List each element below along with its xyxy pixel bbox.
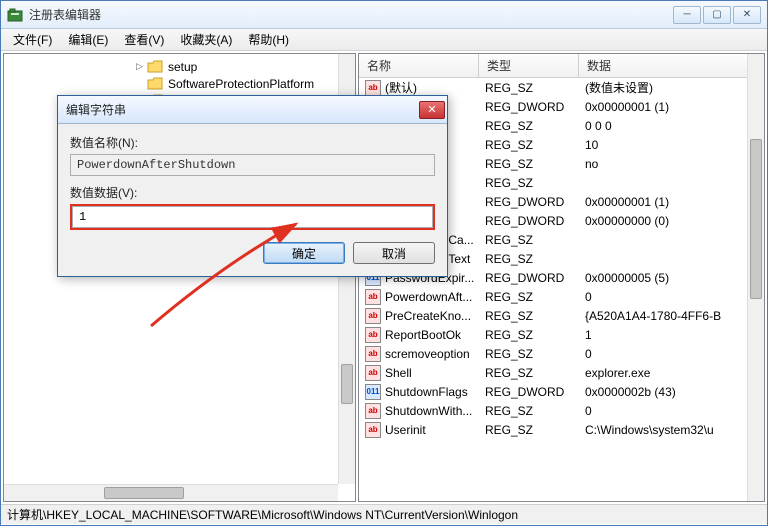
value-name: scremoveoption — [385, 347, 470, 361]
string-icon: ab — [365, 365, 381, 381]
value-row[interactable]: ab ReportBootOk REG_SZ1 — [359, 325, 764, 344]
value-type: REG_SZ — [479, 119, 579, 133]
folder-icon — [147, 77, 163, 91]
value-type: REG_SZ — [479, 157, 579, 171]
value-type: REG_SZ — [479, 233, 579, 247]
regedit-icon — [7, 7, 23, 23]
tree-hscrollbar[interactable] — [4, 484, 338, 501]
value-name-field: PowerdownAfterShutdown — [70, 154, 435, 176]
value-name: ReportBootOk — [385, 328, 461, 342]
value-type: REG_DWORD — [479, 385, 579, 399]
string-icon: ab — [365, 289, 381, 305]
value-type: REG_DWORD — [479, 100, 579, 114]
value-data: no — [579, 157, 764, 171]
statusbar: 计算机\HKEY_LOCAL_MACHINE\SOFTWARE\Microsof… — [1, 504, 767, 524]
value-name: PreCreateKno... — [385, 309, 471, 323]
value-type: REG_SZ — [479, 366, 579, 380]
value-data: 0x00000001 (1) — [579, 195, 764, 209]
value-type: REG_DWORD — [479, 214, 579, 228]
value-data-label: 数值数据(V): — [70, 184, 435, 201]
menu-edit[interactable]: 编辑(E) — [60, 29, 116, 50]
value-data: C:\Windows\system32\u — [579, 423, 764, 437]
menu-help[interactable]: 帮助(H) — [240, 29, 297, 50]
menu-view[interactable]: 查看(V) — [116, 29, 172, 50]
values-header: 名称 类型 数据 — [359, 54, 764, 78]
tree-item[interactable]: ▷ setup — [4, 58, 355, 75]
cancel-button[interactable]: 取消 — [353, 242, 435, 264]
tree-item-label: SoftwareProtectionPlatform — [166, 77, 316, 91]
dialog-title: 编辑字符串 — [66, 101, 419, 118]
string-icon: ab — [365, 327, 381, 343]
value-name: PowerdownAft... — [385, 290, 472, 304]
value-name-label: 数值名称(N): — [70, 134, 435, 151]
value-data: 0x00000001 (1) — [579, 100, 764, 114]
value-name: (默认) — [385, 79, 417, 96]
value-data: 0 0 0 — [579, 119, 764, 133]
menubar: 文件(F) 编辑(E) 查看(V) 收藏夹(A) 帮助(H) — [1, 29, 767, 51]
tree-item[interactable]: SoftwareProtectionPlatform — [4, 75, 355, 92]
menu-file[interactable]: 文件(F) — [5, 29, 60, 50]
list-vscrollbar[interactable] — [747, 54, 764, 501]
value-data: 0x0000002b (43) — [579, 385, 764, 399]
expand-icon[interactable]: ▷ — [134, 61, 145, 72]
edit-string-dialog: 编辑字符串 ✕ 数值名称(N): PowerdownAfterShutdown … — [57, 95, 448, 277]
close-button[interactable]: ✕ — [733, 6, 761, 24]
value-data-highlight — [70, 204, 435, 230]
value-row[interactable]: ab PreCreateKno... REG_SZ{A520A1A4-1780-4F… — [359, 306, 764, 325]
value-row[interactable]: 011 ShutdownFlags REG_DWORD0x0000002b (43) — [359, 382, 764, 401]
value-data: 10 — [579, 138, 764, 152]
value-data: explorer.exe — [579, 366, 764, 380]
window-titlebar: 注册表编辑器 ─ ▢ ✕ — [1, 1, 767, 29]
value-data: {A520A1A4-1780-4FF6-B — [579, 309, 764, 323]
value-row[interactable]: ab PowerdownAft... REG_SZ0 — [359, 287, 764, 306]
tree-item-label: setup — [166, 60, 199, 74]
value-data: (数值未设置) — [579, 79, 764, 96]
value-name: Shell — [385, 366, 412, 380]
window-title: 注册表编辑器 — [29, 6, 673, 23]
string-icon: ab — [365, 346, 381, 362]
value-data: 0 — [579, 404, 764, 418]
value-type: REG_SZ — [479, 138, 579, 152]
value-type: REG_SZ — [479, 176, 579, 190]
value-type: REG_SZ — [479, 309, 579, 323]
value-type: REG_SZ — [479, 252, 579, 266]
value-type: REG_DWORD — [479, 195, 579, 209]
value-row[interactable]: ab scremoveoption REG_SZ0 — [359, 344, 764, 363]
value-type: REG_DWORD — [479, 271, 579, 285]
value-type: REG_SZ — [479, 404, 579, 418]
value-data: 0x00000005 (5) — [579, 271, 764, 285]
string-icon: ab — [365, 308, 381, 324]
col-type[interactable]: 类型 — [479, 54, 579, 77]
col-data[interactable]: 数据 — [579, 54, 764, 77]
value-row[interactable]: ab ShutdownWith... REG_SZ0 — [359, 401, 764, 420]
value-row[interactable]: ab Shell REG_SZexplorer.exe — [359, 363, 764, 382]
col-name[interactable]: 名称 — [359, 54, 479, 77]
dword-icon: 011 — [365, 384, 381, 400]
dialog-close-button[interactable]: ✕ — [419, 101, 445, 119]
string-icon: ab — [365, 80, 381, 96]
value-type: REG_SZ — [479, 423, 579, 437]
value-data: 0 — [579, 347, 764, 361]
string-icon: ab — [365, 422, 381, 438]
menu-favorites[interactable]: 收藏夹(A) — [172, 29, 240, 50]
ok-button[interactable]: 确定 — [263, 242, 345, 264]
string-icon: ab — [365, 403, 381, 419]
folder-icon — [147, 60, 163, 74]
value-data: 1 — [579, 328, 764, 342]
value-name: Userinit — [385, 423, 426, 437]
maximize-button[interactable]: ▢ — [703, 6, 731, 24]
value-type: REG_SZ — [479, 347, 579, 361]
value-data: 0x00000000 (0) — [579, 214, 764, 228]
value-type: REG_SZ — [479, 290, 579, 304]
value-name: ShutdownFlags — [385, 385, 468, 399]
value-data: 0 — [579, 290, 764, 304]
value-type: REG_SZ — [479, 81, 579, 95]
minimize-button[interactable]: ─ — [673, 6, 701, 24]
dialog-titlebar[interactable]: 编辑字符串 ✕ — [58, 96, 447, 124]
value-name: ShutdownWith... — [385, 404, 472, 418]
value-data-input[interactable] — [72, 206, 433, 228]
status-path: 计算机\HKEY_LOCAL_MACHINE\SOFTWARE\Microsof… — [7, 506, 518, 523]
value-type: REG_SZ — [479, 328, 579, 342]
value-row[interactable]: ab Userinit REG_SZC:\Windows\system32\u — [359, 420, 764, 439]
